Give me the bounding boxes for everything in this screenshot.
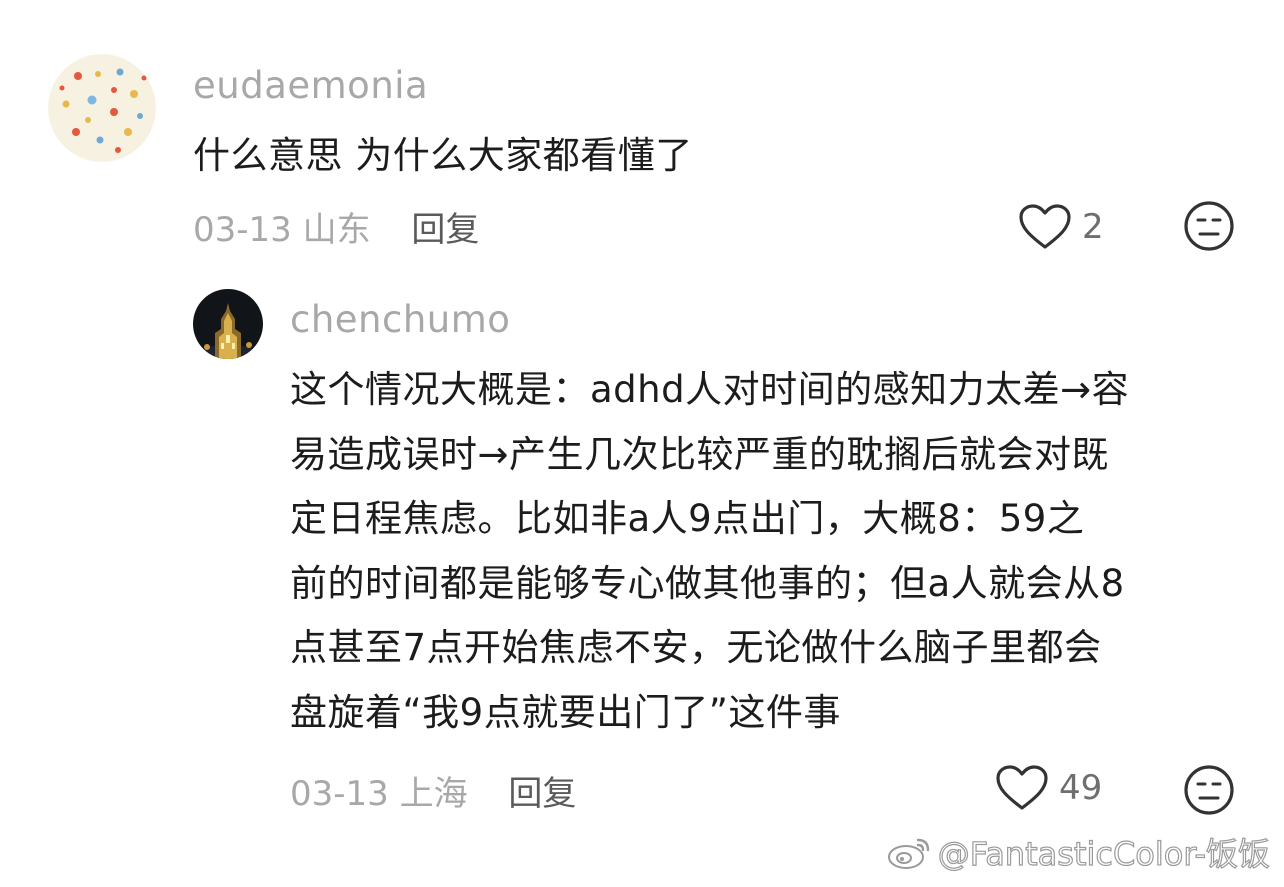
comment-location: 上海 (399, 774, 468, 814)
comment-text-line: 盘旋着“我9点就要出门了”这件事 (290, 690, 841, 734)
heart-outline-icon (996, 765, 1048, 810)
emoji-reaction-button[interactable] (1183, 200, 1235, 252)
watermark: @FantasticColor-饭饭 (886, 829, 1271, 875)
comment-meta: 03-13 上海 回复 (290, 766, 576, 815)
like-count: 2 (1082, 207, 1104, 247)
avatar-chenchumo[interactable] (193, 289, 263, 359)
like-count: 49 (1059, 768, 1103, 808)
username[interactable]: chenchumo (290, 298, 510, 341)
emoji-reaction-button[interactable] (1183, 764, 1235, 816)
comment-text-line: 前的时间都是能够专心做其他事的；但a人就会从8 (290, 561, 1125, 605)
username[interactable]: eudaemonia (193, 64, 428, 107)
watermark-text: @FantasticColor-饭饭 (937, 834, 1270, 873)
reply-button[interactable]: 回复 (508, 774, 576, 814)
like-button[interactable]: 2 (1018, 203, 1104, 251)
comment-location: 山东 (302, 210, 371, 250)
like-button[interactable]: 49 (995, 764, 1102, 812)
comment-text-line: 易造成误时→产生几次比较严重的耽搁后就会对既 (290, 432, 1110, 476)
comment-text-line: 定日程焦虑。比如非a人9点出门，大概8：59之 (290, 497, 1085, 540)
comment-meta: 03-13 山东 回复 (193, 202, 479, 251)
avatar-eudaemonia[interactable] (48, 54, 156, 162)
reply-button[interactable]: 回复 (411, 210, 479, 250)
comment-text: 什么意思 为什么大家都看懂了 (193, 134, 693, 177)
neutral-face-icon (1184, 765, 1234, 815)
weibo-logo-icon (887, 838, 929, 869)
cartoon-pattern-avatar-icon (48, 54, 156, 162)
comment-text-line: 点甚至7点开始焦虑不安，无论做什么脑子里都会 (290, 626, 1102, 669)
comment-date: 03-13 (193, 210, 292, 250)
night-cathedral-avatar-icon (193, 289, 263, 359)
neutral-face-icon (1184, 201, 1234, 251)
comment-text: 这个情况大概是：adhd人对时间的感知力太差→容 易造成误时→产生几次比较严重的… (290, 358, 1235, 745)
comment-date: 03-13 (290, 774, 389, 814)
heart-outline-icon (1019, 204, 1071, 249)
comment-text-line: 这个情况大概是：adhd人对时间的感知力太差→容 (290, 368, 1130, 411)
